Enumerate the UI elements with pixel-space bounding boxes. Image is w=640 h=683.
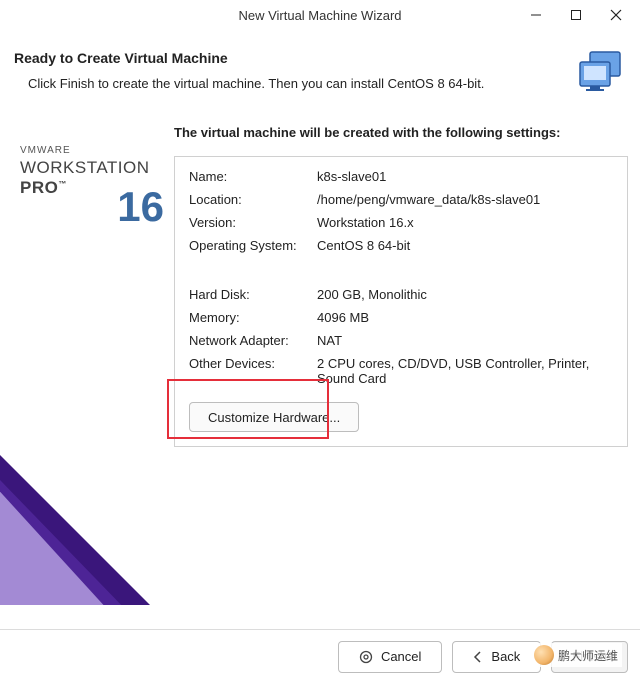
close-icon [610,9,622,21]
settings-value: 4096 MB [317,310,613,325]
page-subtitle: Click Finish to create the virtual machi… [28,76,614,91]
brand-version-number: 16 [117,183,164,231]
close-button[interactable] [596,1,636,29]
vm-monitor-icon [576,48,624,96]
back-button[interactable]: Back [452,641,541,673]
settings-row: Network Adapter:NAT [189,333,613,348]
settings-key: Hard Disk: [189,287,317,302]
settings-value: k8s-slave01 [317,169,613,184]
settings-value: 2 CPU cores, CD/DVD, USB Controller, Pri… [317,356,613,386]
decorative-triangle [0,415,140,605]
settings-key: Location: [189,192,317,207]
chevron-left-icon [473,651,483,663]
brand-line-workstation: WORKSTATION [20,158,150,178]
settings-row: Operating System:CentOS 8 64-bit [189,238,613,253]
settings-key: Operating System: [189,238,317,253]
brand-panel: VMWARE WORKSTATION PRO™ 16 [0,105,174,605]
window-title: New Virtual Machine Wizard [238,8,401,23]
cancel-circle-icon [359,650,373,664]
settings-key: Memory: [189,310,317,325]
settings-row: Hard Disk:200 GB, Monolithic [189,287,613,302]
cancel-button[interactable]: Cancel [338,641,442,673]
settings-key: Network Adapter: [189,333,317,348]
page-title: Ready to Create Virtual Machine [14,50,614,66]
settings-key: Name: [189,169,317,184]
minimize-icon [530,9,542,21]
settings-value: /home/peng/vmware_data/k8s-slave01 [317,192,613,207]
brand-line-vmware: VMWARE [20,145,150,156]
watermark-avatar-icon [534,645,554,665]
settings-row: Memory:4096 MB [189,310,613,325]
settings-key: Other Devices: [189,356,317,386]
customize-hardware-button[interactable]: Customize Hardware... [189,402,359,432]
maximize-icon [570,9,582,21]
settings-intro-text: The virtual machine will be created with… [174,125,628,140]
settings-value: 200 GB, Monolithic [317,287,613,302]
settings-row: Location:/home/peng/vmware_data/k8s-slav… [189,192,613,207]
watermark: 鹏大师运维 [530,643,622,667]
settings-summary-box: Name:k8s-slave01Location:/home/peng/vmwa… [174,156,628,447]
settings-row: Name:k8s-slave01 [189,169,613,184]
settings-value: Workstation 16.x [317,215,613,230]
settings-key: Version: [189,215,317,230]
settings-value: NAT [317,333,613,348]
settings-row: Version:Workstation 16.x [189,215,613,230]
settings-value: CentOS 8 64-bit [317,238,613,253]
minimize-button[interactable] [516,1,556,29]
maximize-button[interactable] [556,1,596,29]
settings-row: Other Devices:2 CPU cores, CD/DVD, USB C… [189,356,613,386]
watermark-text: 鹏大师运维 [558,647,618,664]
